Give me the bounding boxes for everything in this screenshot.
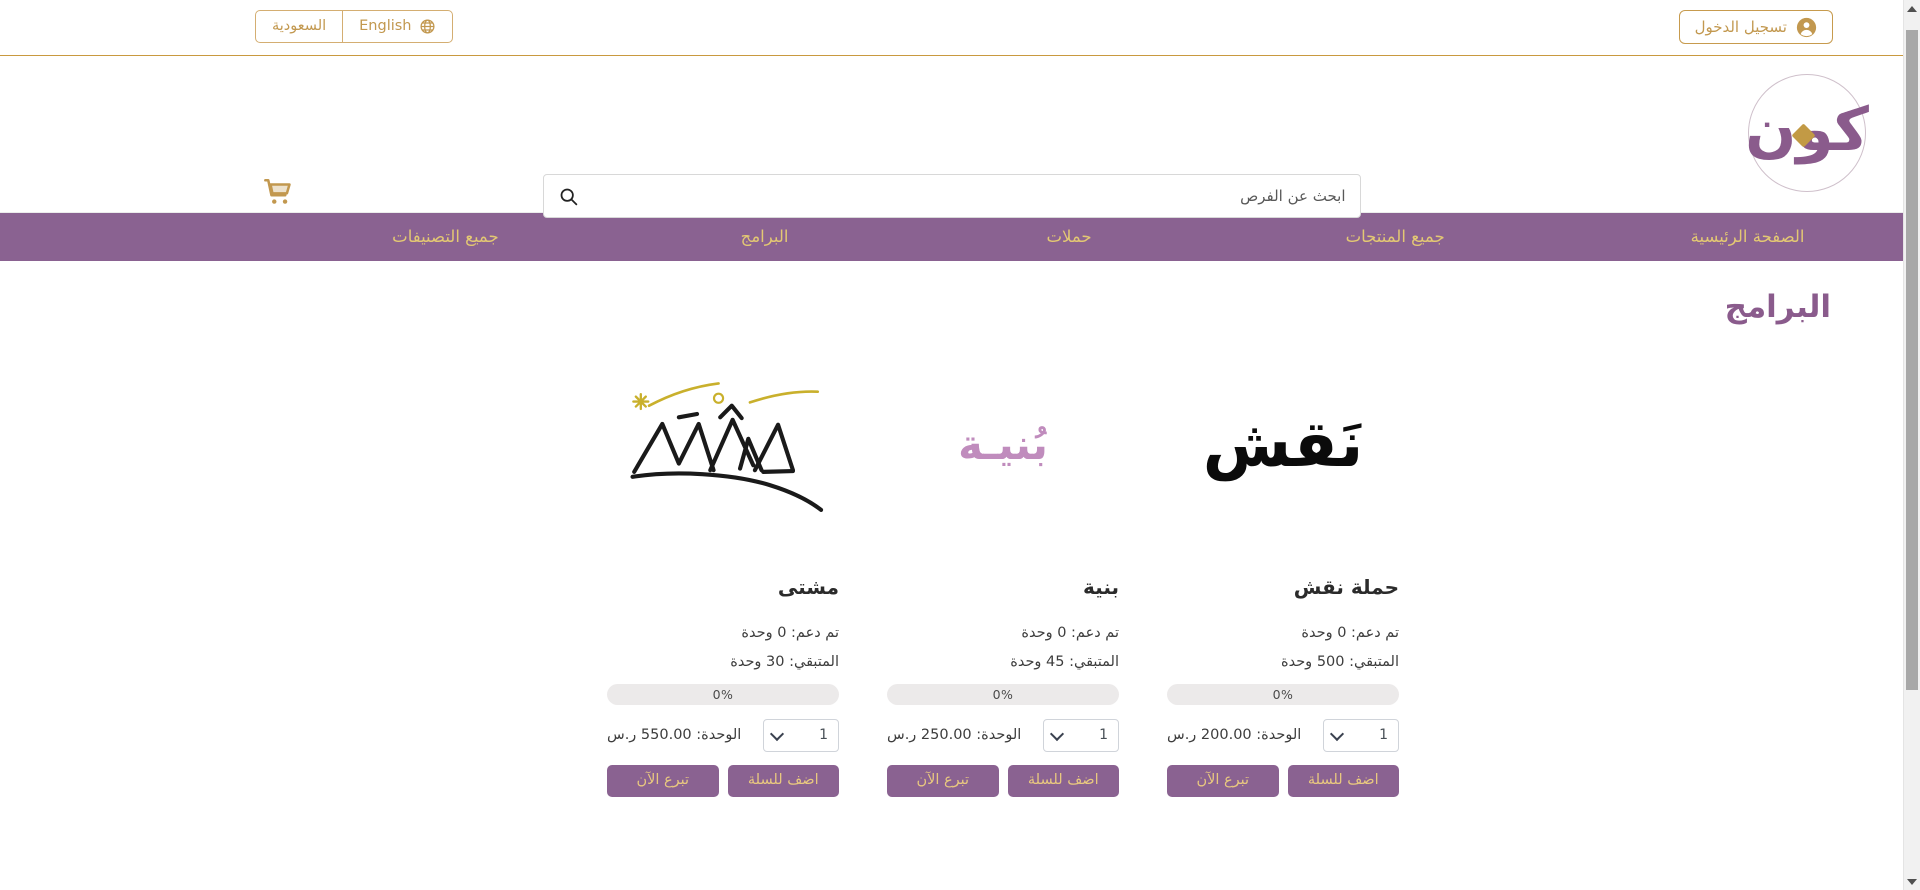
nav-item-all-products[interactable]: جميع المنتجات — [1342, 223, 1449, 252]
nav-item-campaigns[interactable]: حملات — [1042, 223, 1095, 252]
main-navigation: الصفحة الرئيسية جميع المنتجات حملات البر… — [0, 213, 1903, 261]
brand-logo[interactable]: كون — [1745, 74, 1869, 192]
donate-now-button[interactable]: تبرع الآن — [607, 764, 719, 797]
program-image-naqsh: نَقش — [1167, 351, 1399, 539]
program-action-buttons: تبرع الآن اضف للسلة — [607, 764, 839, 797]
program-card: بُنيـة بنية تم دعم: 0 وحدة المتبقي: 45 و… — [863, 351, 1143, 797]
bunya-wordmark-icon: بُنيـة — [958, 420, 1048, 469]
quantity-value: 1 — [1379, 727, 1388, 743]
program-unit-price: الوحدة: 550.00 ر.س — [607, 727, 742, 743]
globe-icon — [419, 18, 436, 35]
naqsh-wordmark-icon: نَقش — [1202, 408, 1366, 482]
program-action-buttons: تبرع الآن اضف للسلة — [887, 764, 1119, 797]
site-header: كون — [0, 56, 1903, 218]
language-option-saudi[interactable]: السعودية — [256, 11, 344, 42]
program-progress-label: 0% — [1272, 686, 1294, 702]
program-title: حملة نقش — [1293, 575, 1399, 599]
donate-now-button[interactable]: تبرع الآن — [1167, 764, 1279, 797]
program-progress-bar: 0% — [887, 683, 1119, 705]
program-remaining-count: المتبقي: 500 وحدة — [1281, 653, 1399, 670]
program-card: مشتى تم دعم: 0 وحدة المتبقي: 30 وحدة 0% … — [583, 351, 863, 797]
program-price-row: الوحدة: 250.00 ر.س 1 — [887, 718, 1119, 752]
add-to-cart-button[interactable]: اضف للسلة — [727, 764, 839, 797]
shopping-cart-icon — [262, 176, 294, 212]
program-supported-count: تم دعم: 0 وحدة — [1021, 625, 1119, 641]
chevron-down-icon — [769, 726, 785, 741]
language-option-english-label: English — [359, 18, 412, 35]
program-progress-label: 0% — [992, 686, 1014, 702]
search-area — [542, 174, 1361, 218]
program-supported-count: تم دعم: 0 وحدة — [1301, 625, 1399, 641]
quantity-select[interactable]: 1 — [1323, 718, 1399, 752]
triangle-up-icon — [1907, 5, 1917, 12]
nav-item-home[interactable]: الصفحة الرئيسية — [1687, 223, 1809, 252]
login-button[interactable]: تسجيل الدخول — [1678, 10, 1833, 44]
program-action-buttons: تبرع الآن اضف للسلة — [1167, 764, 1399, 797]
login-button-label: تسجيل الدخول — [1694, 18, 1787, 36]
search-box[interactable] — [542, 174, 1361, 218]
add-to-cart-button[interactable]: اضف للسلة — [1287, 764, 1399, 797]
program-progress-bar: 0% — [607, 683, 839, 705]
tents-sketch-icon — [629, 382, 823, 512]
program-price-row: الوحدة: 550.00 ر.س 1 — [607, 718, 839, 752]
program-card: نَقش حملة نقش تم دعم: 0 وحدة المتبقي: 50… — [1143, 351, 1423, 797]
language-option-saudi-label: السعودية — [272, 18, 327, 35]
chevron-down-icon — [1329, 726, 1345, 741]
program-image-mashta — [607, 351, 839, 539]
program-remaining-count: المتبقي: 45 وحدة — [1010, 653, 1119, 670]
program-unit-price: الوحدة: 200.00 ر.س — [1167, 727, 1302, 743]
search-icon[interactable] — [558, 186, 579, 207]
nav-item-all-categories[interactable]: جميع التصنيفات — [388, 223, 503, 252]
quantity-select[interactable]: 1 — [1043, 718, 1119, 752]
program-title: بنية — [1083, 575, 1119, 599]
program-progress-label: 0% — [712, 686, 734, 702]
quantity-value: 1 — [819, 727, 828, 743]
add-to-cart-button[interactable]: اضف للسلة — [1007, 764, 1119, 797]
quantity-value: 1 — [1099, 727, 1108, 743]
language-switcher[interactable]: English السعودية — [255, 10, 453, 43]
program-supported-count: تم دعم: 0 وحدة — [741, 625, 839, 641]
program-card-grid: نَقش حملة نقش تم دعم: 0 وحدة المتبقي: 50… — [0, 351, 1903, 797]
page-title: البرامج — [1724, 289, 1831, 325]
scrollbar-thumb[interactable] — [1906, 30, 1918, 690]
scroll-up-arrow[interactable] — [1904, 0, 1920, 17]
language-option-english[interactable]: English — [343, 11, 451, 42]
program-unit-price: الوحدة: 250.00 ر.س — [887, 727, 1022, 743]
program-title: مشتى — [777, 575, 839, 599]
program-image-bunya: بُنيـة — [887, 351, 1119, 539]
program-progress-bar: 0% — [1167, 683, 1399, 705]
top-utility-bar: English السعودية تسجيل الدخول — [0, 0, 1903, 56]
triangle-down-icon — [1907, 878, 1917, 885]
donate-now-button[interactable]: تبرع الآن — [887, 764, 999, 797]
user-account-icon — [1796, 17, 1817, 38]
quantity-select[interactable]: 1 — [763, 718, 839, 752]
nav-item-programs[interactable]: البرامج — [737, 223, 793, 252]
cart-button[interactable] — [258, 174, 298, 214]
vertical-scrollbar[interactable] — [1903, 0, 1920, 890]
chevron-down-icon — [1049, 726, 1065, 741]
program-price-row: الوحدة: 200.00 ر.س 1 — [1167, 718, 1399, 752]
program-remaining-count: المتبقي: 30 وحدة — [730, 653, 839, 670]
scroll-down-arrow[interactable] — [1904, 873, 1920, 890]
search-input[interactable] — [588, 187, 1346, 205]
page-scroll-area: English السعودية تسجيل الدخول كون — [0, 0, 1903, 890]
